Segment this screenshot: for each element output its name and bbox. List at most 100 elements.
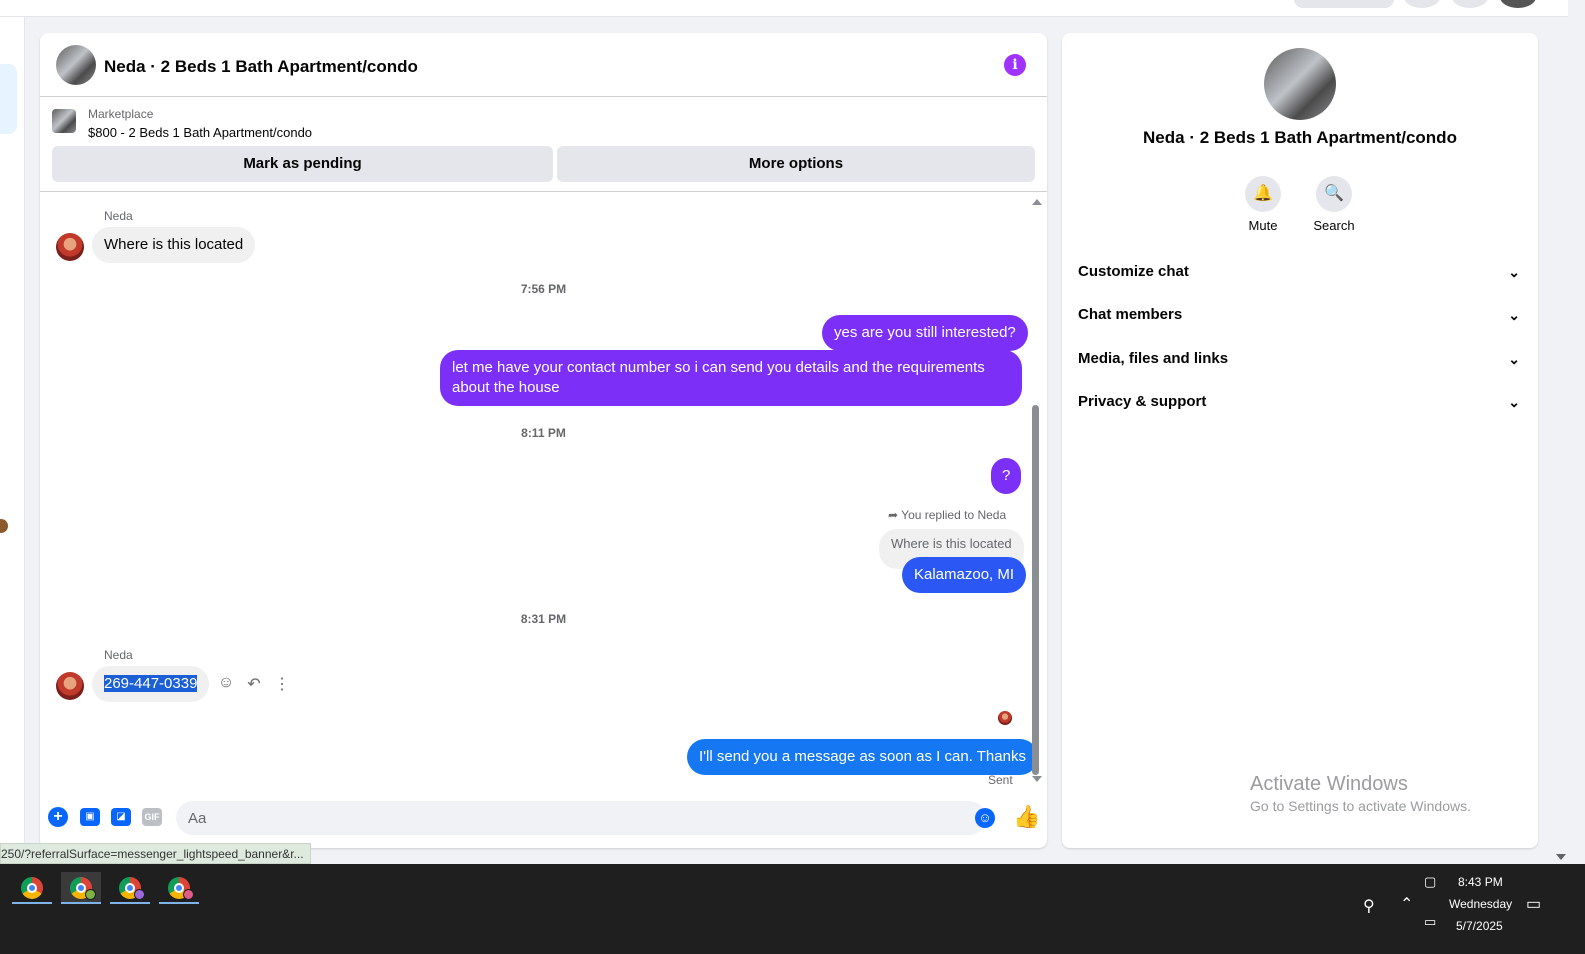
info-icon[interactable]: i: [1004, 54, 1026, 76]
taskbar-chrome-profile[interactable]: [110, 872, 150, 904]
composer: + ▣ ◪ GIF ☺ 👍: [40, 790, 1047, 848]
selected-chat-indicator[interactable]: [0, 64, 17, 134]
notifications-icon[interactable]: ▭: [1526, 894, 1541, 914]
chat-title[interactable]: Neda · 2 Beds 1 Bath Apartment/condo: [104, 57, 418, 77]
account-avatar[interactable]: [1500, 0, 1536, 8]
outgoing-message[interactable]: Kalamazoo, MI: [902, 557, 1027, 593]
message-input[interactable]: [176, 801, 986, 835]
mute-button[interactable]: 🔔 Mute: [1233, 176, 1293, 233]
avatar[interactable]: [56, 233, 84, 261]
timestamp: 8:31 PM: [520, 612, 567, 626]
mute-label: Mute: [1248, 218, 1278, 233]
people-icon[interactable]: ⚲: [1363, 896, 1375, 916]
replied-label: You replied to Neda: [901, 508, 1007, 522]
marketplace-strip: Marketplace $800 - 2 Beds 1 Bath Apartme…: [40, 97, 1047, 192]
scroll-up-arrow[interactable]: [1032, 199, 1042, 205]
timestamp: 7:56 PM: [520, 282, 567, 296]
reply-icon[interactable]: ↶: [244, 674, 264, 694]
chat-info-panel: Neda · 2 Beds 1 Bath Apartment/condo 🔔 M…: [1062, 33, 1538, 848]
emoji-icon[interactable]: ☺: [975, 808, 995, 828]
scrollbar[interactable]: [1030, 197, 1042, 782]
section-label: Media, files and links: [1078, 350, 1229, 367]
section-customize-chat[interactable]: Customize chat ⌄: [1078, 257, 1522, 287]
listing-photo[interactable]: [1264, 48, 1336, 120]
profile-badge-icon: [183, 889, 194, 900]
activate-windows-watermark: Activate Windows Go to Settings to activ…: [1250, 773, 1471, 814]
page-scrollbar[interactable]: [1553, 17, 1568, 864]
taskbar-chrome[interactable]: [12, 872, 52, 904]
timestamp: 8:11 PM: [521, 426, 566, 440]
message-list[interactable]: Neda Where is this located 7:56 PM yes a…: [40, 193, 1047, 790]
profile-badge-icon: [134, 889, 145, 900]
outgoing-message[interactable]: I'll send you a message as soon as I can…: [687, 739, 1038, 775]
read-receipt-avatar: [998, 711, 1012, 725]
section-label: Customize chat: [1078, 263, 1189, 280]
profile-badge-icon: [85, 889, 96, 900]
chat-list-strip: [0, 17, 25, 849]
section-privacy-support[interactable]: Privacy & support ⌄: [1078, 387, 1522, 417]
windows-taskbar: ⚲ ⌃ ▢ ▭ 8:43 PM Wednesday 5/7/2025 ▭: [0, 864, 1585, 954]
bell-icon[interactable]: 🔔: [1245, 176, 1281, 212]
plus-icon[interactable]: +: [48, 807, 68, 827]
outgoing-message[interactable]: let me have your contact number so i can…: [440, 350, 1022, 406]
section-chat-members[interactable]: Chat members ⌄: [1078, 300, 1522, 330]
clock-day[interactable]: Wednesday: [1449, 897, 1512, 911]
meet-now-icon[interactable]: ▢: [1424, 874, 1436, 890]
network-icon[interactable]: ▭: [1424, 914, 1436, 930]
listing-thumbnail[interactable]: [56, 45, 96, 85]
emoji-react-icon[interactable]: ☺: [216, 674, 236, 692]
sender-name: Neda: [104, 648, 133, 662]
incoming-message[interactable]: Where is this located: [92, 227, 256, 263]
more-options-button[interactable]: More options: [557, 146, 1035, 182]
chevron-down-icon: ⌄: [1508, 351, 1520, 367]
taskbar-running-indicator: [110, 902, 150, 904]
search-label: Search: [1313, 218, 1355, 233]
scroll-thumb[interactable]: [1032, 405, 1039, 775]
outgoing-message[interactable]: yes are you still interested?: [822, 315, 1028, 351]
section-label: Privacy & support: [1078, 393, 1207, 410]
chrome-icon: [21, 877, 43, 899]
top-nav-button[interactable]: [1404, 0, 1440, 8]
watermark-title: Activate Windows: [1250, 773, 1408, 795]
marketplace-item[interactable]: $800 - 2 Beds 1 Bath Apartment/condo: [88, 125, 312, 140]
search-icon[interactable]: 🔍: [1316, 176, 1352, 212]
marketplace-thumbnail[interactable]: [52, 109, 76, 133]
selected-text[interactable]: 269-447-0339: [104, 675, 198, 692]
taskbar-running-indicator: [61, 902, 101, 904]
watermark-subtitle: Go to Settings to activate Windows.: [1250, 798, 1471, 814]
incoming-message[interactable]: 269-447-0339: [92, 666, 210, 702]
taskbar-chrome-profile[interactable]: [61, 872, 101, 904]
mark-as-pending-button[interactable]: Mark as pending: [52, 146, 553, 182]
status-bar-url: 250/?referralSurface=messenger_lightspee…: [0, 843, 311, 864]
top-nav-button[interactable]: [1452, 0, 1488, 8]
taskbar-running-indicator: [12, 902, 52, 904]
chevron-down-icon: ⌄: [1508, 394, 1520, 410]
sticker-icon[interactable]: ◪: [111, 808, 131, 826]
page-scroll-down-arrow[interactable]: [1556, 854, 1566, 860]
section-label: Chat members: [1078, 306, 1183, 323]
sender-name: Neda: [104, 209, 133, 223]
chevron-up-icon[interactable]: ⌃: [1400, 894, 1413, 914]
taskbar-chrome-profile[interactable]: [159, 872, 199, 904]
outgoing-message[interactable]: ?: [991, 458, 1022, 494]
scroll-down-arrow[interactable]: [1032, 776, 1042, 782]
top-nav-pill[interactable]: [1294, 0, 1394, 8]
photo-icon[interactable]: ▣: [80, 808, 100, 826]
search-button[interactable]: 🔍 Search: [1304, 176, 1364, 233]
chat-list-avatar[interactable]: [0, 519, 8, 533]
reply-indicator: ➦ You replied to Neda: [888, 508, 1006, 522]
marketplace-label: Marketplace: [88, 107, 154, 121]
gif-icon[interactable]: GIF: [142, 808, 162, 826]
side-title: Neda · 2 Beds 1 Bath Apartment/condo: [1143, 128, 1457, 147]
more-icon[interactable]: ⋮: [272, 674, 292, 694]
avatar[interactable]: [56, 672, 84, 700]
chevron-down-icon: ⌄: [1508, 307, 1520, 323]
top-nav-bar: [0, 0, 1568, 17]
chat-panel: Neda · 2 Beds 1 Bath Apartment/condo i M…: [40, 33, 1047, 848]
like-icon[interactable]: 👍: [1013, 804, 1040, 830]
section-media-files-links[interactable]: Media, files and links ⌄: [1078, 344, 1522, 374]
clock-date[interactable]: 5/7/2025: [1456, 919, 1503, 933]
chat-header: Neda · 2 Beds 1 Bath Apartment/condo i: [40, 33, 1047, 97]
sent-status: Sent: [988, 773, 1013, 787]
clock-time[interactable]: 8:43 PM: [1458, 875, 1503, 889]
